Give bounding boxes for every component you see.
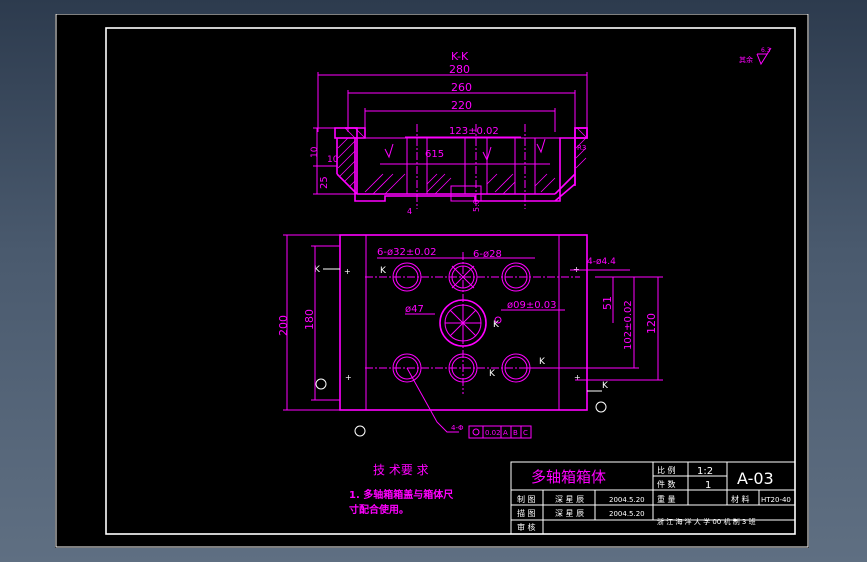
dim-56: 5.6 <box>472 199 481 212</box>
roughness-symbol: 其余 6.3 <box>739 47 772 66</box>
svg-text:+: + <box>574 373 581 382</box>
tol-cell-5: C <box>523 429 528 437</box>
drawing-number: A-03 <box>737 469 774 488</box>
dim-102: 102±0.02 <box>623 300 634 350</box>
plan-view: + + + + 6-ø32±0.02 6-ø28 4-ø4.4 ø47 ø09±… <box>277 234 663 439</box>
tech-req-line1: 1. 多轴箱箱盖与箱体尺 <box>349 488 453 501</box>
qty-label: 件 数 <box>657 479 676 489</box>
center-hole <box>439 299 502 347</box>
part-name: 多轴箱箱体 <box>531 468 606 486</box>
material-value: HT20-40 <box>761 496 791 504</box>
row1-label: 制 图 <box>517 494 536 504</box>
tol-cell-3: A <box>503 429 508 437</box>
section-mark-a: K <box>380 266 387 276</box>
section-view: K-K 280 260 220 123±0.02 10 10 25 615 4 … <box>310 50 588 216</box>
organization: 浙 江 海 洋 大 学 00 机 制 3 班 <box>657 517 756 526</box>
row1-date: 2004.5.20 <box>609 496 645 504</box>
svg-text:+: + <box>344 267 351 276</box>
row2-name: 深 星 辰 <box>555 509 584 518</box>
datum-c <box>315 378 327 390</box>
dim-25: 25 <box>319 176 330 189</box>
dim-10a: 10 <box>310 146 320 158</box>
tol-cell-4: B <box>513 429 518 437</box>
section-title: K-K <box>451 50 469 63</box>
qty-value: 1 <box>705 480 711 491</box>
dim-51: 51 <box>601 296 614 310</box>
ratio-label: 比 例 <box>657 465 676 475</box>
tech-req-line2: 寸配合使用。 <box>349 503 409 516</box>
callout-center-bore: ø09±0.03 <box>507 300 557 311</box>
tol-cell-2: 0.02 <box>485 429 501 437</box>
dim-220: 220 <box>451 99 472 112</box>
section-mark-c: K <box>489 369 496 379</box>
svg-text:+: + <box>345 373 352 382</box>
technical-requirements: 技 术要 求 1. 多轴箱箱盖与箱体尺 寸配合使用。 <box>349 463 453 516</box>
row1-name: 深 星 辰 <box>555 495 584 504</box>
dim-10b: 10 <box>327 155 339 165</box>
dim-280: 280 <box>449 63 470 76</box>
material-label: 材 料 <box>731 494 750 504</box>
roughness-label: 其余 <box>739 55 753 64</box>
title-block: 多轴箱箱体 比 例 1:2 件 数 1 A-03 重 量 材 料 HT20-40… <box>510 461 796 535</box>
outer-frame <box>55 14 809 548</box>
dim-260: 260 <box>451 81 472 94</box>
dim-120: 120 <box>645 313 658 334</box>
datum-a <box>354 425 366 437</box>
section-mark-b: K <box>493 320 500 330</box>
row2-date: 2004.5.20 <box>609 510 645 518</box>
dim-4: 4 <box>407 207 412 216</box>
row3-label: 审 核 <box>517 522 536 532</box>
dim-180: 180 <box>303 309 316 330</box>
row2-label: 描 图 <box>517 508 536 518</box>
tech-req-heading: 技 术要 求 <box>373 463 429 477</box>
weight-label: 重 量 <box>657 494 676 504</box>
callout-bolt-holes: 4-ø4.4 <box>587 257 616 267</box>
cad-viewport[interactable]: 其余 6.3 K-K 280 260 220 123±0.02 10 10 25… <box>55 14 809 548</box>
dim-r3: R3 <box>577 144 586 152</box>
tol-cell-0: 4-Φ <box>451 424 464 432</box>
dim-615: 615 <box>425 149 444 160</box>
section-mark-right: K <box>602 381 609 391</box>
dim-200: 200 <box>277 315 290 336</box>
tolerance-frame: 4-Φ 0.02 A B C <box>451 424 532 439</box>
ratio-value: 1:2 <box>697 466 713 477</box>
callout-center-hole: ø47 <box>405 304 424 315</box>
drawing-canvas: 其余 6.3 K-K 280 260 220 123±0.02 10 10 25… <box>55 14 809 548</box>
section-mark-d: K <box>539 357 546 367</box>
callout-large-holes: 6-ø32±0.02 <box>377 247 436 258</box>
dim-bore-pitch: 123±0.02 <box>449 126 499 137</box>
datum-b <box>595 401 607 413</box>
